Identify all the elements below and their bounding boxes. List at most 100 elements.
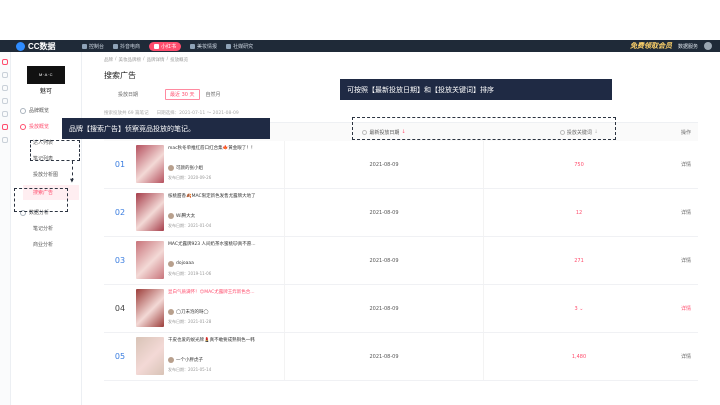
- note-title[interactable]: mac秋冬单推红唇口红合集🍁黄金眼了！！: [168, 145, 280, 151]
- table-row[interactable]: 05 干皮也爱的蜕光牌💄真不敢要成熟铜色一韩 一个小胖虎子 发布日期：2021-…: [104, 333, 698, 381]
- result-info: 搜索投放共 69 篇笔记 日期选择：2021-07-11 ～ 2021-08-0…: [104, 110, 239, 116]
- promo-slogan[interactable]: 免费领取会员: [630, 41, 672, 51]
- douyin-icon: [113, 43, 119, 49]
- keyword-cell[interactable]: 12: [484, 210, 674, 216]
- breadcrumb: 品牌 / 美妆品牌榜 / 品牌详情 / 投放概览: [104, 57, 188, 63]
- sidebar-item-placement-chart[interactable]: 投放分析图: [33, 171, 81, 178]
- note-cell[interactable]: 显白气质满怀！😊MAC尤露牌王炸新色合... ◯刀未泡的呀◯ 发布日期：2021…: [136, 288, 284, 329]
- detail-link[interactable]: 详情: [674, 305, 698, 312]
- user-icon[interactable]: [2, 137, 8, 143]
- note-cell[interactable]: 干皮也爱的蜕光牌💄真不敢要成熟铜色一韩 一个小胖虎子 发布日期：2021-05-…: [136, 336, 284, 377]
- note-author[interactable]: 可颜的张小姐: [168, 164, 280, 171]
- note-title[interactable]: 干皮也爱的蜕光牌💄真不敢要成熟铜色一韩: [168, 337, 280, 343]
- note-thumbnail[interactable]: [136, 336, 164, 375]
- table-row[interactable]: 03 MAC尤露牌923 人间奶茶水蜜桃🐱真不愿... dojoaaa 发布日期…: [104, 237, 698, 285]
- nav-item-xiaohongshu[interactable]: 小红书: [149, 41, 182, 51]
- header-operation: 操作: [680, 129, 691, 136]
- note-thumbnail[interactable]: [136, 240, 164, 279]
- page-title: 搜索广告: [104, 71, 136, 80]
- sidebar-item-label: 投放概览: [29, 124, 50, 130]
- detail-link[interactable]: 详情: [674, 257, 698, 264]
- note-title[interactable]: 核桃甜香🍂MAC限定新色发售尤露牌大地了: [168, 193, 280, 199]
- result-count: 搜索投放共 69 篇笔记: [104, 111, 149, 116]
- detail-link[interactable]: 详情: [674, 161, 698, 168]
- list-icon[interactable]: [2, 85, 8, 91]
- keyword-cell[interactable]: 750: [484, 162, 674, 168]
- note-thumbnail[interactable]: [136, 288, 164, 327]
- sidebar-item-business-analysis[interactable]: 商业分析: [33, 241, 81, 248]
- breadcrumb-item[interactable]: 投放概览: [170, 57, 188, 63]
- breadcrumb-separator: /: [143, 57, 145, 62]
- avatar: [168, 260, 174, 267]
- date-range: 日期选择：2021-07-11 ～ 2021-08-09: [156, 111, 239, 116]
- table-row[interactable]: 01 mac秋冬单推红唇口红合集🍁黄金眼了！！ 可颜的张小姐 发布日期：2020…: [104, 141, 698, 189]
- detail-link[interactable]: 详情: [674, 209, 698, 216]
- search-ads-table: 最新投放日期 ↓ 投放关键词 ↓ 操作 01 mac秋冬单推红唇口红合集🍁黄金眼了！…: [104, 122, 698, 381]
- breadcrumb-item[interactable]: 品牌: [104, 57, 113, 63]
- annotation-left: 品牌【搜索广告】侦察竞品投放的笔记。: [62, 118, 270, 139]
- table-row[interactable]: 02 核桃甜香🍂MAC限定新色发售尤露牌大地了 Wi腾大太 发布日期：2021-…: [104, 189, 698, 237]
- note-cell[interactable]: MAC尤露牌923 人间奶茶水蜜桃🐱真不愿... dojoaaa 发布日期：20…: [136, 240, 284, 281]
- note-cell[interactable]: mac秋冬单推红唇口红合集🍁黄金眼了！！ 可颜的张小姐 发布日期：2020-09…: [136, 144, 284, 185]
- latest-date-cell: 2021-08-09: [284, 333, 484, 380]
- xiaohongshu-icon: [154, 43, 160, 49]
- user-avatar[interactable]: [704, 42, 712, 50]
- avatar: [168, 212, 174, 219]
- brand-name: 魅可: [39, 88, 52, 95]
- avatar: [168, 356, 174, 363]
- location-icon: [20, 107, 26, 114]
- date-filter: 投放日期 最近 30 天 自然月: [104, 89, 221, 100]
- top-right-area: 免费领取会员 数据服务: [630, 41, 712, 51]
- sidebar-item-label: 品牌概览: [29, 108, 50, 114]
- top-navigation-bar: CC数据 控制台 抖音电商 小红书 美妆情报 社媒研究 免费领取会员 数据服务: [0, 40, 720, 52]
- arrow-down-icon: ▼: [70, 178, 74, 184]
- note-thumbnail[interactable]: [136, 192, 164, 231]
- heart-icon[interactable]: [2, 124, 8, 130]
- row-index: 01: [114, 160, 126, 169]
- note-author[interactable]: ◯刀未泡的呀◯: [168, 308, 280, 315]
- row-index: 03: [114, 256, 126, 265]
- keyword-cell[interactable]: 271: [484, 258, 674, 264]
- sidebar-item-note-analysis[interactable]: 笔记分析: [33, 225, 81, 232]
- table-row[interactable]: 04 显白气质满怀！😊MAC尤露牌王炸新色合... ◯刀未泡的呀◯ 发布日期：2…: [104, 285, 698, 333]
- nav-item-console[interactable]: 控制台: [82, 43, 104, 50]
- keyword-cell[interactable]: 1,480: [484, 354, 674, 360]
- note-cell[interactable]: 核桃甜香🍂MAC限定新色发售尤露牌大地了 Wi腾大太 发布日期：2021-01-…: [136, 192, 284, 233]
- nav-item-douyin[interactable]: 抖音电商: [113, 43, 140, 50]
- detail-link[interactable]: 详情: [674, 353, 698, 360]
- highlight-search-ads: [14, 188, 68, 212]
- author-name: 可颜的张小姐: [176, 165, 203, 171]
- chip-last-30-days[interactable]: 最近 30 天: [165, 89, 200, 100]
- chip-natural-month[interactable]: 自然月: [206, 91, 221, 98]
- tag-icon[interactable]: [2, 98, 8, 104]
- breadcrumb-item[interactable]: 美妆品牌榜: [119, 57, 142, 63]
- app-logo[interactable]: CC数据: [16, 41, 76, 52]
- avatar: [168, 164, 174, 171]
- keyword-cell[interactable]: 3 ⌄: [484, 306, 674, 312]
- author-name: 一个小胖虎子: [176, 357, 203, 363]
- home-icon[interactable]: [2, 59, 8, 65]
- note-author[interactable]: 一个小胖虎子: [168, 356, 280, 363]
- account-link[interactable]: 数据服务: [678, 43, 698, 50]
- breadcrumb-separator: /: [166, 57, 169, 62]
- note-info: mac秋冬单推红唇口红合集🍁黄金眼了！！ 可颜的张小姐 发布日期：2020-09…: [168, 145, 280, 181]
- avatar: [168, 308, 174, 315]
- chart-icon[interactable]: [2, 72, 8, 78]
- sidebar-item-brand-overview[interactable]: 品牌概览: [20, 107, 81, 114]
- note-title[interactable]: MAC尤露牌923 人间奶茶水蜜桃🐱真不愿...: [168, 241, 280, 247]
- note-author[interactable]: Wi腾大太: [168, 212, 280, 219]
- nav-item-beauty[interactable]: 美妆情报: [190, 43, 217, 50]
- note-thumbnail[interactable]: [136, 144, 164, 183]
- grid-icon[interactable]: [2, 111, 8, 117]
- latest-date-cell: 2021-08-09: [284, 237, 484, 284]
- highlight-kol-list: [30, 140, 80, 161]
- nav-label: 控制台: [89, 43, 105, 50]
- beauty-icon: [190, 43, 196, 49]
- note-author[interactable]: dojoaaa: [168, 260, 280, 267]
- note-title[interactable]: 显白气质满怀！😊MAC尤露牌王炸新色合...: [168, 289, 280, 295]
- nav-item-social[interactable]: 社媒研究: [226, 43, 253, 50]
- console-icon: [82, 43, 87, 49]
- row-index: 04: [114, 304, 126, 313]
- breadcrumb-item[interactable]: 品牌详情: [147, 57, 165, 63]
- filter-label: 投放日期: [118, 92, 139, 98]
